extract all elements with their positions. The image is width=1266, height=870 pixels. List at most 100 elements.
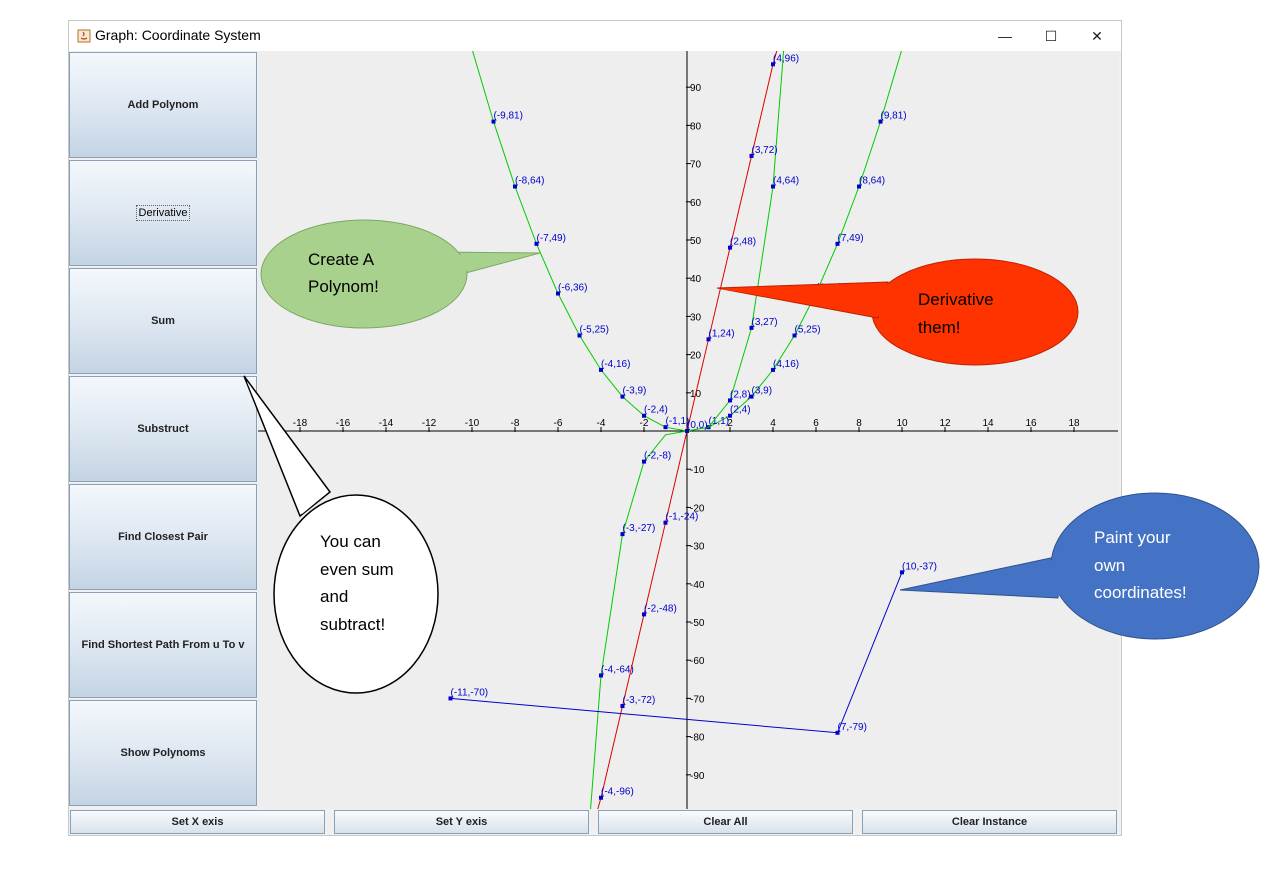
derivative-button[interactable]: Derivative bbox=[69, 160, 257, 266]
button-label: Clear Instance bbox=[951, 816, 1028, 828]
x-tick-label: -2 bbox=[640, 418, 649, 429]
close-button[interactable]: ✕ bbox=[1075, 21, 1119, 51]
set-x-axis-button[interactable]: Set X exis bbox=[70, 810, 325, 834]
x-tick-label: 14 bbox=[982, 418, 994, 429]
data-point-label: (-1,1) bbox=[666, 416, 690, 427]
data-point-label: (10,-37) bbox=[902, 561, 937, 572]
substruct-button[interactable]: Substruct bbox=[69, 376, 257, 482]
x-tick-label: -12 bbox=[422, 418, 437, 429]
java-app-icon bbox=[77, 29, 91, 43]
data-point-label: (-3,9) bbox=[623, 386, 647, 397]
y-tick-label: -90 bbox=[690, 771, 705, 782]
data-point-label: (6,36) bbox=[816, 282, 842, 293]
data-point-label: (-2,-8) bbox=[644, 451, 671, 462]
data-point-label: (3,9) bbox=[752, 386, 773, 397]
x-tick-label: 16 bbox=[1025, 418, 1037, 429]
close-icon: ✕ bbox=[1091, 27, 1103, 44]
app-window: Graph: Coordinate System — ☐ ✕ Add Polyn… bbox=[68, 20, 1122, 836]
data-point-label: (-1,-24) bbox=[666, 512, 699, 523]
button-label: Set X exis bbox=[171, 816, 224, 828]
y-tick-label: 30 bbox=[690, 312, 702, 323]
title-bar[interactable]: Graph: Coordinate System — ☐ ✕ bbox=[69, 21, 1121, 51]
y-tick-label: 40 bbox=[690, 274, 702, 285]
data-point-label: (-2,4) bbox=[644, 405, 668, 416]
data-point-label: (7,-79) bbox=[838, 722, 867, 733]
maximize-icon: ☐ bbox=[1044, 27, 1058, 44]
data-point-label: (1,24) bbox=[709, 328, 735, 339]
y-tick-label: -50 bbox=[690, 618, 705, 629]
data-point-label: (5,25) bbox=[795, 325, 821, 336]
button-label: Find Closest Pair bbox=[118, 531, 208, 543]
minimize-icon: — bbox=[998, 28, 1012, 44]
data-point-label: (-3,-72) bbox=[623, 695, 656, 706]
data-point-label: (4,96) bbox=[773, 53, 799, 64]
y-tick-label: -40 bbox=[690, 580, 705, 591]
data-point-label: (9,81) bbox=[881, 111, 907, 122]
button-label: Add Polynom bbox=[127, 99, 199, 111]
data-point-label: (2,8) bbox=[730, 389, 751, 400]
data-point-label: (1,1) bbox=[709, 416, 730, 427]
data-point-label: (0,0) bbox=[687, 420, 708, 431]
x-tick-label: -10 bbox=[465, 418, 480, 429]
x-tick-label: 4 bbox=[770, 418, 776, 429]
data-point-label: (7,49) bbox=[838, 233, 864, 244]
button-label: Find Shortest Path From u To v bbox=[81, 639, 245, 651]
x-tick-label: -6 bbox=[554, 418, 563, 429]
data-point-label: (-4,-64) bbox=[601, 664, 634, 675]
sum-button[interactable]: Sum bbox=[69, 268, 257, 374]
x-tick-label: 8 bbox=[856, 418, 862, 429]
y-tick-label: -10 bbox=[690, 465, 705, 476]
y-tick-label: -70 bbox=[690, 694, 705, 705]
data-point-label: (2,48) bbox=[730, 237, 756, 248]
data-point-label: (2,4) bbox=[730, 405, 751, 416]
minimize-button[interactable]: — bbox=[983, 21, 1027, 51]
maximize-button[interactable]: ☐ bbox=[1029, 21, 1073, 51]
x-tick-label: -4 bbox=[597, 418, 606, 429]
data-point-label: (8,64) bbox=[859, 176, 885, 187]
find-shortest-path-button[interactable]: Find Shortest Path From u To v bbox=[69, 592, 257, 698]
coordinate-plot[interactable]: -18 -16 -14 -12 -10 -8 -6 -4 -2 2 4 6 8 10 12 14 16 18908… bbox=[258, 51, 1118, 809]
data-point-label: (-5,25) bbox=[580, 325, 609, 336]
data-point-label: (-7,49) bbox=[537, 233, 566, 244]
y-tick-label: 90 bbox=[690, 83, 702, 94]
data-point-label: (-3,-27) bbox=[623, 523, 656, 534]
y-tick-label: -60 bbox=[690, 656, 705, 667]
y-tick-label: -80 bbox=[690, 733, 705, 744]
y-tick-label: -30 bbox=[690, 542, 705, 553]
x-tick-label: 10 bbox=[896, 418, 908, 429]
data-point-label: (-8,64) bbox=[515, 176, 544, 187]
x-tick-label: -16 bbox=[336, 418, 351, 429]
data-point-label: (-9,81) bbox=[494, 111, 523, 122]
data-point-label: (3,72) bbox=[752, 145, 778, 156]
y-tick-label: 50 bbox=[690, 236, 702, 247]
data-point-label: (-4,-96) bbox=[601, 787, 634, 798]
data-point-label: (3,27) bbox=[752, 317, 778, 328]
y-tick-label: 70 bbox=[690, 160, 702, 171]
x-tick-label: -14 bbox=[379, 418, 394, 429]
y-tick-label: 60 bbox=[690, 198, 702, 209]
data-point-label: (4,64) bbox=[773, 176, 799, 187]
button-label: Clear All bbox=[703, 816, 748, 828]
button-label: Show Polynoms bbox=[120, 747, 206, 759]
data-point-label: (4,16) bbox=[773, 359, 799, 370]
find-closest-pair-button[interactable]: Find Closest Pair bbox=[69, 484, 257, 590]
add-polynom-button[interactable]: Add Polynom bbox=[69, 52, 257, 158]
clear-all-button[interactable]: Clear All bbox=[598, 810, 853, 834]
clear-instance-button[interactable]: Clear Instance bbox=[862, 810, 1117, 834]
window-title: Graph: Coordinate System bbox=[95, 27, 261, 43]
x-tick-label: 6 bbox=[813, 418, 819, 429]
button-label: Derivative bbox=[135, 205, 191, 221]
data-point-label: (-6,36) bbox=[558, 282, 587, 293]
button-label: Sum bbox=[151, 315, 175, 327]
x-tick-label: 12 bbox=[939, 418, 951, 429]
button-label: Substruct bbox=[137, 423, 189, 435]
x-tick-label: 18 bbox=[1068, 418, 1080, 429]
data-point-label: (-4,16) bbox=[601, 359, 630, 370]
set-y-axis-button[interactable]: Set Y exis bbox=[334, 810, 589, 834]
y-tick-label: 20 bbox=[690, 351, 702, 362]
x-tick-label: -18 bbox=[293, 418, 308, 429]
button-label: Set Y exis bbox=[435, 816, 488, 828]
y-tick-label: 80 bbox=[690, 121, 702, 132]
show-polynoms-button[interactable]: Show Polynoms bbox=[69, 700, 257, 806]
x-tick-label: -8 bbox=[511, 418, 520, 429]
